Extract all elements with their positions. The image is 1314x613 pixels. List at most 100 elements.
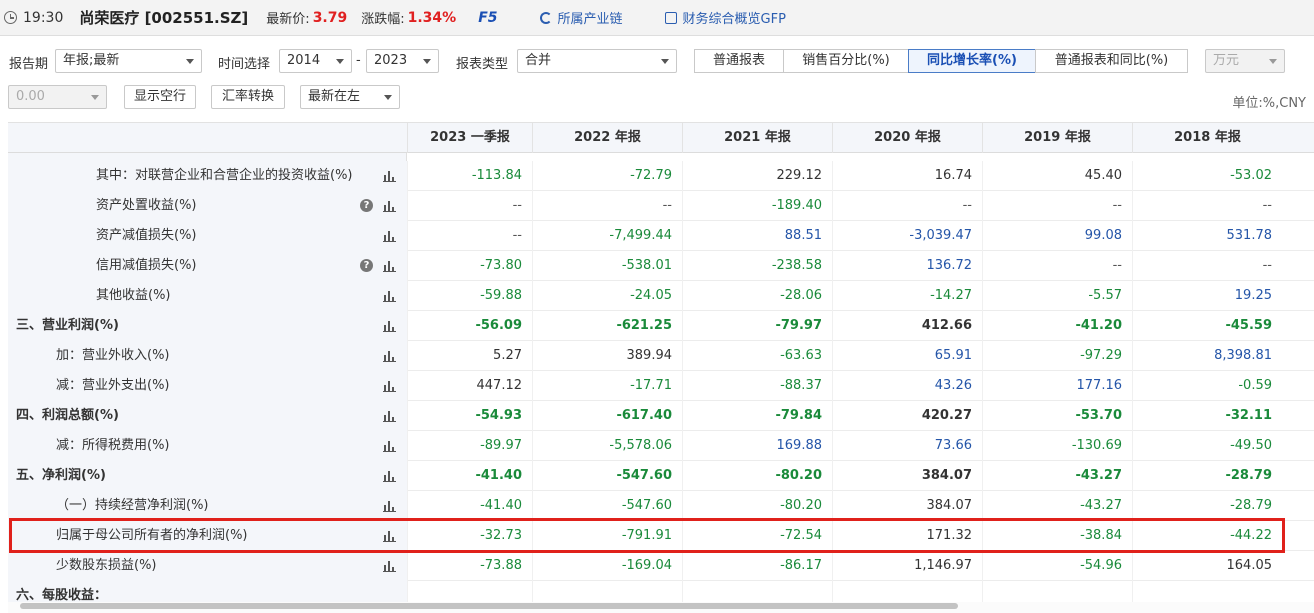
- table-cell[interactable]: 447.12: [407, 371, 532, 401]
- table-cell[interactable]: -72.79: [532, 161, 682, 191]
- report-period-select[interactable]: 年报;最新: [55, 49, 202, 73]
- column-header[interactable]: 2021 年报: [682, 123, 832, 153]
- table-cell[interactable]: -7,499.44: [532, 221, 682, 251]
- table-row[interactable]: 四、利润总额(%) -54.93 -617.40 -79.84 420.27 -53.70…: [8, 401, 1314, 431]
- table-cell[interactable]: -73.88: [407, 551, 532, 581]
- bar-chart-icon[interactable]: [383, 170, 396, 182]
- finance-overview-link[interactable]: 财务综合概览GFP: [664, 8, 786, 27]
- table-cell[interactable]: -73.80: [407, 251, 532, 281]
- table-cell[interactable]: 16.74: [832, 161, 982, 191]
- table-cell[interactable]: -54.96: [982, 551, 1132, 581]
- currency-unit-select[interactable]: 万元: [1205, 49, 1285, 73]
- table-row[interactable]: 归属于母公司所有者的净利润(%) -32.73 -791.91 -72.54 171.3…: [8, 521, 1314, 551]
- table-cell[interactable]: 5.27: [407, 341, 532, 371]
- table-cell[interactable]: -54.93: [407, 401, 532, 431]
- bar-chart-icon[interactable]: [383, 380, 396, 392]
- bar-chart-icon[interactable]: [383, 350, 396, 362]
- bar-chart-icon[interactable]: [383, 230, 396, 242]
- table-cell[interactable]: 19.25: [1132, 281, 1282, 311]
- table-cell[interactable]: -56.09: [407, 311, 532, 341]
- year-from-select[interactable]: 2014: [279, 49, 352, 73]
- show-empty-rows-button[interactable]: 显示空行: [124, 85, 196, 109]
- fx-convert-button[interactable]: 汇率转换: [211, 85, 285, 109]
- table-cell[interactable]: -41.40: [407, 491, 532, 521]
- table-cell[interactable]: 136.72: [832, 251, 982, 281]
- table-cell[interactable]: -97.29: [982, 341, 1132, 371]
- table-cell[interactable]: --: [407, 191, 532, 221]
- table-cell[interactable]: -28.79: [1132, 461, 1282, 491]
- table-cell[interactable]: --: [532, 191, 682, 221]
- table-cell[interactable]: 73.66: [832, 431, 982, 461]
- table-cell[interactable]: 8,398.81: [1132, 341, 1282, 371]
- help-icon[interactable]: ?: [360, 259, 373, 272]
- table-cell[interactable]: -130.69: [982, 431, 1132, 461]
- table-row[interactable]: 加：营业外收入(%) 5.27 389.94 -63.63 65.91 -97.29 8,3…: [8, 341, 1314, 371]
- table-cell[interactable]: 171.32: [832, 521, 982, 551]
- table-row[interactable]: 信用减值损失(%)? -73.80 -538.01 -238.58 136.72 -- --: [8, 251, 1314, 281]
- table-cell[interactable]: 169.88: [682, 431, 832, 461]
- table-cell[interactable]: 531.78: [1132, 221, 1282, 251]
- table-cell[interactable]: --: [1132, 191, 1282, 221]
- bar-chart-icon[interactable]: [383, 320, 396, 332]
- table-cell[interactable]: 88.51: [682, 221, 832, 251]
- table-cell[interactable]: -72.54: [682, 521, 832, 551]
- table-row[interactable]: 其他收益(%) -59.88 -24.05 -28.06 -14.27 -5.57 19.2…: [8, 281, 1314, 311]
- column-header[interactable]: 2020 年报: [832, 123, 982, 153]
- table-row[interactable]: 三、营业利润(%) -56.09 -621.25 -79.97 412.66 -41.20…: [8, 311, 1314, 341]
- table-cell[interactable]: -41.20: [982, 311, 1132, 341]
- table-cell[interactable]: --: [832, 191, 982, 221]
- table-cell[interactable]: 99.08: [982, 221, 1132, 251]
- table-row[interactable]: （一）持续经营净利润(%) -41.40 -547.60 -80.20 384.07 -4…: [8, 491, 1314, 521]
- table-cell[interactable]: 65.91: [832, 341, 982, 371]
- bar-chart-icon[interactable]: [383, 290, 396, 302]
- table-cell[interactable]: --: [1132, 251, 1282, 281]
- table-cell[interactable]: 229.12: [682, 161, 832, 191]
- table-cell[interactable]: --: [407, 221, 532, 251]
- table-cell[interactable]: -24.05: [532, 281, 682, 311]
- bar-chart-icon[interactable]: [383, 470, 396, 482]
- table-cell[interactable]: -547.60: [532, 461, 682, 491]
- table-cell[interactable]: -189.40: [682, 191, 832, 221]
- table-cell[interactable]: -0.59: [1132, 371, 1282, 401]
- table-cell[interactable]: -44.22: [1132, 521, 1282, 551]
- year-to-select[interactable]: 2023: [366, 49, 439, 73]
- table-cell[interactable]: 45.40: [982, 161, 1132, 191]
- table-row[interactable]: 减：营业外支出(%) 447.12 -17.71 -88.37 43.26 177.16-…: [8, 371, 1314, 401]
- bar-chart-icon[interactable]: [383, 410, 396, 422]
- table-row[interactable]: 其中：对联营企业和合营企业的投资收益(%) -113.84 -72.79 229.12…: [8, 161, 1314, 191]
- table-cell[interactable]: -3,039.47: [832, 221, 982, 251]
- table-cell[interactable]: -45.59: [1132, 311, 1282, 341]
- table-cell[interactable]: 43.26: [832, 371, 982, 401]
- column-header[interactable]: 2019 年报: [982, 123, 1132, 153]
- table-cell[interactable]: -113.84: [407, 161, 532, 191]
- table-cell[interactable]: --: [982, 191, 1132, 221]
- segment-yoy-growth[interactable]: 同比增长率(%): [908, 49, 1036, 73]
- table-cell[interactable]: --: [982, 251, 1132, 281]
- table-row[interactable]: 减：所得税费用(%) -89.97 -5,578.06 169.88 73.66 -130…: [8, 431, 1314, 461]
- table-cell[interactable]: -80.20: [682, 461, 832, 491]
- table-cell[interactable]: -43.27: [982, 461, 1132, 491]
- table-cell[interactable]: -79.97: [682, 311, 832, 341]
- table-cell[interactable]: -53.02: [1132, 161, 1282, 191]
- table-cell[interactable]: -238.58: [682, 251, 832, 281]
- column-header[interactable]: 2022 年报: [532, 123, 682, 153]
- column-header[interactable]: 2018 年报: [1132, 123, 1282, 153]
- table-cell[interactable]: 384.07: [832, 461, 982, 491]
- table-cell[interactable]: 177.16: [982, 371, 1132, 401]
- table-cell[interactable]: -43.27: [982, 491, 1132, 521]
- bar-chart-icon[interactable]: [383, 440, 396, 452]
- industry-chain-link[interactable]: 所属产业链: [539, 8, 623, 27]
- table-cell[interactable]: -617.40: [532, 401, 682, 431]
- table-cell[interactable]: -38.84: [982, 521, 1132, 551]
- column-header[interactable]: 2023 一季报: [407, 123, 532, 153]
- table-cell[interactable]: 389.94: [532, 341, 682, 371]
- table-cell[interactable]: -169.04: [532, 551, 682, 581]
- table-row[interactable]: 少数股东损益(%) -73.88 -169.04 -86.17 1,146.97 -54.…: [8, 551, 1314, 581]
- bar-chart-icon[interactable]: [383, 200, 396, 212]
- table-cell[interactable]: -32.73: [407, 521, 532, 551]
- table-cell[interactable]: -79.84: [682, 401, 832, 431]
- table-cell[interactable]: -80.20: [682, 491, 832, 521]
- table-cell[interactable]: -547.60: [532, 491, 682, 521]
- table-cell[interactable]: -86.17: [682, 551, 832, 581]
- segment-normal-report[interactable]: 普通报表: [694, 49, 784, 73]
